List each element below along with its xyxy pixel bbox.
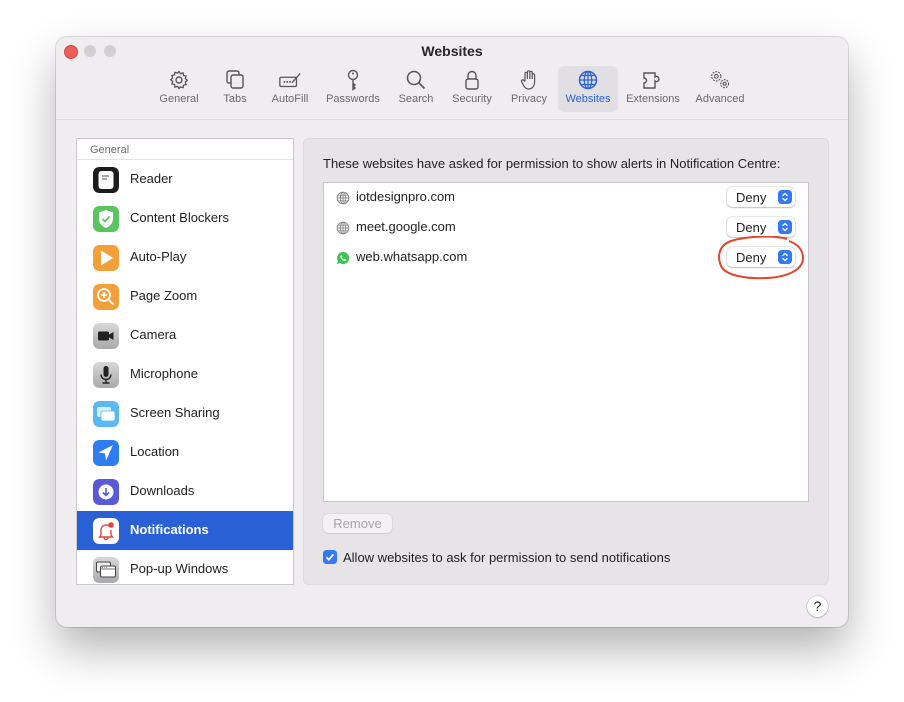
gear-icon <box>169 70 189 90</box>
sidebar-item-label: Reader <box>130 171 173 186</box>
play-icon <box>93 245 119 271</box>
hand-icon <box>520 70 536 90</box>
whatsapp-icon <box>337 251 350 264</box>
tab-label: Advanced <box>695 93 745 105</box>
tabs-icon <box>226 70 244 89</box>
tab-label: Extensions <box>626 93 680 105</box>
sidebar-item-label: Location <box>130 444 180 459</box>
sidebar-item-page-zoom[interactable]: Page Zoom <box>77 277 293 316</box>
tab-label: General <box>159 93 199 105</box>
sidebar-item-camera[interactable]: Camera <box>77 316 293 355</box>
site-name: meet.google.com <box>356 219 456 234</box>
permission-value: Deny <box>736 220 767 235</box>
sidebar-item-downloads[interactable]: Downloads <box>77 472 293 511</box>
sidebar-item-label: Notifications <box>130 522 209 537</box>
sidebar-item-label: Camera <box>130 327 177 342</box>
download-icon <box>93 479 119 505</box>
tab-label: Privacy <box>510 93 548 105</box>
bell-icon <box>93 518 119 544</box>
sidebar-item-label: Pop-up Windows <box>130 561 229 576</box>
sidebar-item-screen-sharing[interactable]: Screen Sharing <box>77 394 293 433</box>
settings-sidebar: General Reader Content Blockers Auto-Pla… <box>76 138 294 585</box>
tab-label: Search <box>398 93 434 105</box>
title-bar: Websites General Tabs AutoFill Passwords… <box>56 37 848 120</box>
tab-security[interactable]: Security <box>446 66 498 112</box>
globe-icon <box>578 70 598 90</box>
sidebar-item-content-blockers[interactable]: Content Blockers <box>77 199 293 238</box>
checkbox-checked-icon[interactable] <box>323 550 337 564</box>
permission-value: Deny <box>736 190 767 205</box>
location-arrow-icon <box>93 440 119 466</box>
sidebar-item-reader[interactable]: Reader <box>77 160 293 199</box>
globe-icon <box>336 221 350 235</box>
notifications-pane: These websites have asked for permission… <box>303 138 829 585</box>
sidebar-item-label: Page Zoom <box>130 288 198 303</box>
permission-popup[interactable]: Deny <box>727 217 795 237</box>
tab-passwords[interactable]: Passwords <box>320 66 386 112</box>
tab-websites[interactable]: Websites <box>558 66 618 112</box>
permission-popup[interactable]: Deny <box>727 187 795 207</box>
shield-check-icon <box>93 206 119 232</box>
gears-icon <box>711 71 730 89</box>
website-permission-list[interactable]: iotdesignpro.com Deny meet.google.com De… <box>323 182 809 502</box>
sidebar-item-label: Content Blockers <box>130 210 229 225</box>
key-icon <box>347 69 359 91</box>
tab-general[interactable]: General <box>152 66 206 112</box>
chevron-up-down-icon <box>778 190 792 204</box>
tab-tabs[interactable]: Tabs <box>212 66 258 112</box>
puzzle-icon <box>643 72 660 89</box>
sidebar-item-auto-play[interactable]: Auto-Play <box>77 238 293 277</box>
reader-icon <box>93 167 119 193</box>
magnifier-icon <box>406 70 426 90</box>
tab-label: Security <box>452 93 492 105</box>
tab-advanced[interactable]: Advanced <box>688 66 752 112</box>
camera-icon <box>93 323 119 349</box>
pane-description: These websites have asked for permission… <box>323 156 781 171</box>
remove-button[interactable]: Remove <box>323 514 392 533</box>
autofill-icon <box>279 73 301 88</box>
sidebar-section-header: General <box>77 139 293 160</box>
sidebar-item-label: Auto-Play <box>130 249 187 264</box>
safari-preferences-window: Websites General Tabs AutoFill Passwords… <box>56 37 848 627</box>
allow-notifications-label: Allow websites to ask for permission to … <box>343 550 671 565</box>
lock-icon <box>465 70 479 90</box>
tab-autofill[interactable]: AutoFill <box>264 66 316 112</box>
red-circle-annotation <box>718 236 805 280</box>
chevron-up-down-icon <box>778 220 792 234</box>
sidebar-item-label: Microphone <box>130 366 198 381</box>
window-title: Websites <box>421 43 483 59</box>
sidebar-item-label: Screen Sharing <box>130 405 220 420</box>
preferences-toolbar: General Tabs AutoFill Passwords Search S… <box>56 66 848 112</box>
tab-label: Passwords <box>326 93 380 105</box>
sidebar-item-label: Downloads <box>130 483 195 498</box>
tab-label: AutoFill <box>271 93 309 105</box>
sidebar-item-microphone[interactable]: Microphone <box>77 355 293 394</box>
sidebar-item-popup-windows[interactable]: Pop-up Windows <box>77 550 293 584</box>
tab-privacy[interactable]: Privacy <box>504 66 554 112</box>
site-name: web.whatsapp.com <box>356 249 468 264</box>
microphone-icon <box>93 362 119 388</box>
tab-label: Tabs <box>223 93 247 105</box>
list-item[interactable]: iotdesignpro.com Deny <box>324 183 808 213</box>
tab-search[interactable]: Search <box>392 66 440 112</box>
popup-windows-icon <box>93 557 119 583</box>
screen-sharing-icon <box>93 401 119 427</box>
tab-extensions[interactable]: Extensions <box>622 66 684 112</box>
sidebar-item-notifications[interactable]: Notifications <box>77 511 293 550</box>
tab-label: Websites <box>565 93 611 105</box>
help-button[interactable]: ? <box>807 596 828 617</box>
site-name: iotdesignpro.com <box>356 189 455 204</box>
globe-icon <box>336 191 350 205</box>
zoom-in-icon <box>93 284 119 310</box>
sidebar-item-location[interactable]: Location <box>77 433 293 472</box>
